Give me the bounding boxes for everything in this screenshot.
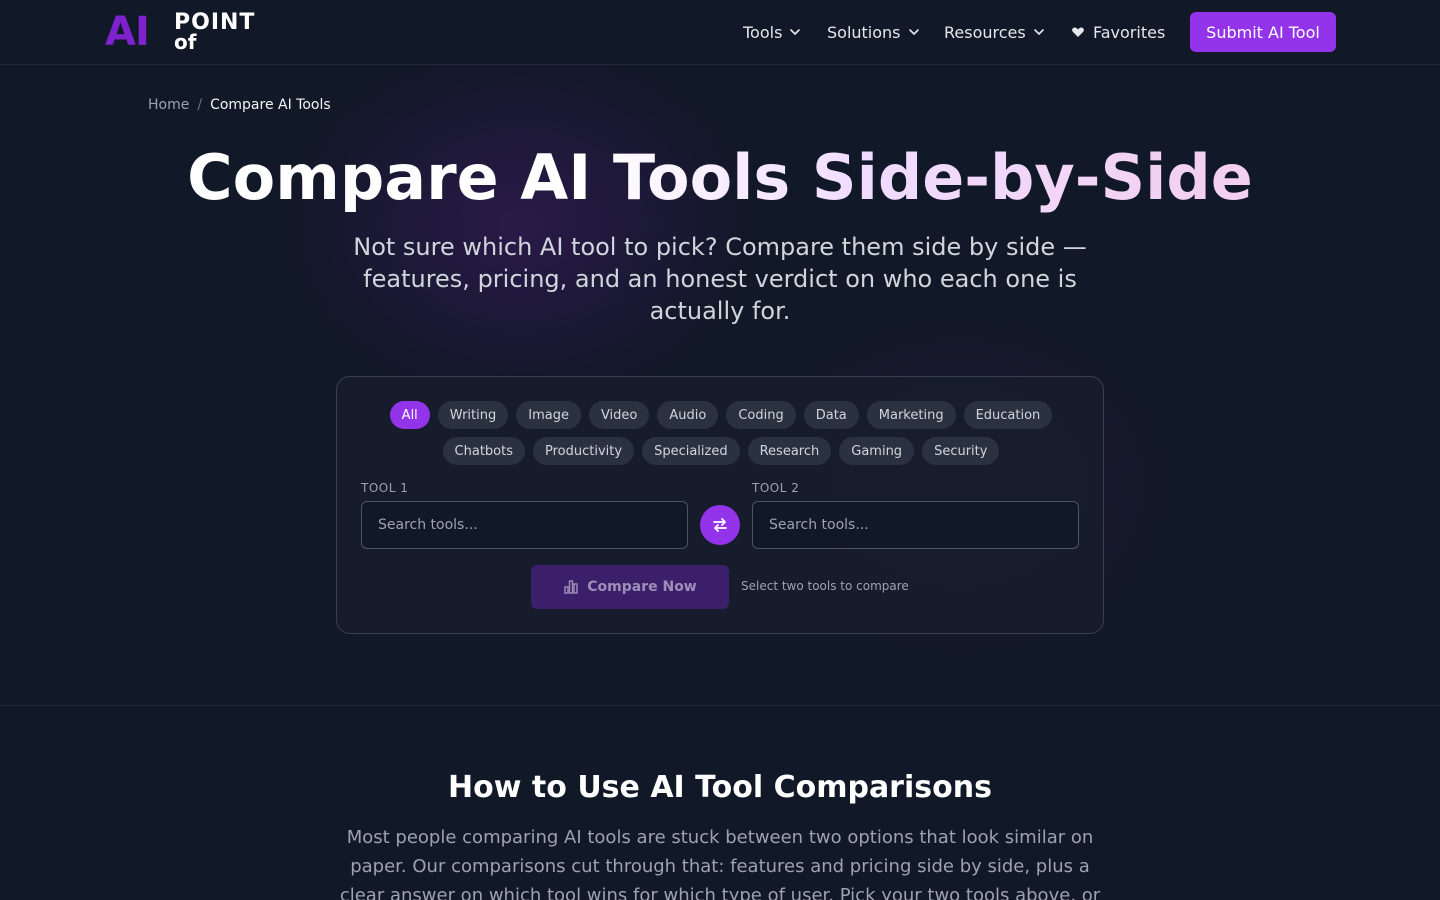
nav-favorites-label: Favorites (1093, 22, 1166, 42)
swap-tools-button[interactable] (700, 505, 740, 545)
nav-favorites[interactable]: Favorites (1071, 20, 1165, 44)
compare-now-label: Compare Now (587, 579, 697, 595)
logo-of-text: of (174, 30, 197, 54)
category-chip-audio[interactable]: Audio (657, 401, 719, 429)
hero-section: Home / Compare AI Tools Compare AI Tools… (0, 65, 1440, 706)
compare-card: All Writing Image Video Audio Coding Dat… (336, 376, 1104, 634)
category-chip-chatbots[interactable]: Chatbots (442, 437, 525, 465)
breadcrumb: Home / Compare AI Tools (148, 97, 331, 113)
how-to-body: Most people comparing AI tools are stuck… (339, 827, 1101, 900)
heart-icon (1072, 27, 1084, 37)
category-chip-security[interactable]: Security (922, 437, 1000, 465)
nav-solutions-label: Solutions (827, 22, 901, 42)
breadcrumb-separator: / (197, 97, 203, 113)
category-chip-row: All Writing Image Video Audio Coding Dat… (337, 401, 1105, 429)
nav-tools[interactable]: Tools (743, 20, 802, 44)
page-subtitle: Not sure which AI tool to pick? Compare … (353, 233, 1087, 325)
category-chip-data[interactable]: Data (803, 401, 859, 429)
how-to-heading: How to Use AI Tool Comparisons (448, 770, 992, 805)
swap-arrows-icon (713, 518, 727, 532)
logo-ai-text: AI (105, 9, 150, 55)
breadcrumb-home-link[interactable]: Home (148, 97, 189, 113)
category-chip-image[interactable]: Image (516, 401, 581, 429)
category-chip-writing[interactable]: Writing (437, 401, 509, 429)
category-chip-specialized[interactable]: Specialized (642, 437, 740, 465)
tool2-search-input[interactable] (752, 501, 1079, 549)
category-chip-all[interactable]: All (389, 401, 430, 429)
chevron-down-icon (908, 29, 919, 35)
submit-ai-tool-button[interactable]: Submit AI Tool (1190, 12, 1336, 52)
category-chip-video[interactable]: Video (588, 401, 650, 429)
nav-resources-label: Resources (944, 22, 1026, 42)
compare-now-button[interactable]: Compare Now (531, 565, 729, 609)
chevron-down-icon (790, 29, 801, 35)
tool1-search-input[interactable] (361, 501, 688, 549)
page-title: Compare AI Tools Side-by-Side (0, 143, 1440, 213)
category-chip-productivity[interactable]: Productivity (533, 437, 635, 465)
category-chip-research[interactable]: Research (747, 437, 832, 465)
nav-tools-label: Tools (743, 22, 783, 42)
chevron-down-icon (1033, 29, 1044, 35)
compare-hint-text: Select two tools to compare (741, 579, 909, 593)
tool1-label: TOOL 1 (361, 481, 409, 495)
category-chip-row: Chatbots Productivity Specialized Resear… (337, 437, 1105, 465)
tool2-label: TOOL 2 (752, 481, 800, 495)
breadcrumb-current: Compare AI Tools (210, 97, 331, 113)
category-chip-marketing[interactable]: Marketing (866, 401, 956, 429)
bar-chart-icon (564, 580, 578, 594)
site-header: AI POINT of Tools Solutions Resources Fa… (0, 0, 1440, 65)
category-chip-coding[interactable]: Coding (726, 401, 796, 429)
nav-resources[interactable]: Resources (944, 20, 1046, 44)
site-logo[interactable]: AI POINT of (105, 10, 275, 54)
nav-solutions[interactable]: Solutions (827, 20, 921, 44)
category-chip-gaming[interactable]: Gaming (839, 437, 915, 465)
category-chip-education[interactable]: Education (963, 401, 1053, 429)
